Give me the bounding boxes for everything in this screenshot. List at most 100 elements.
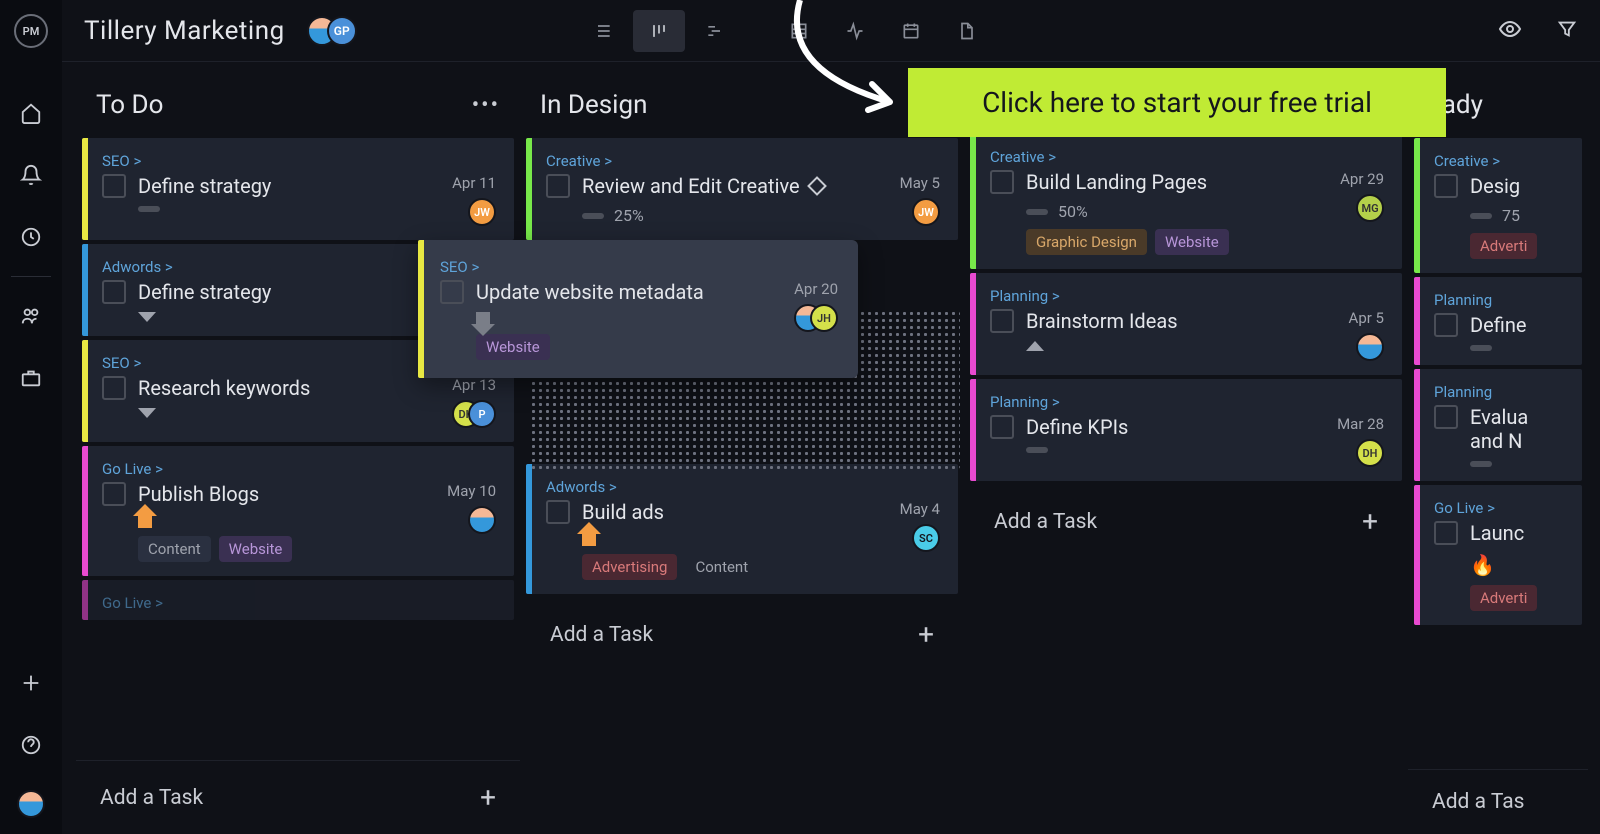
add-task-button[interactable]: Add a Tas bbox=[1408, 769, 1588, 834]
priority-up-icon bbox=[1026, 341, 1044, 351]
tag[interactable]: Advertising bbox=[582, 554, 677, 580]
card-category: Go Live > bbox=[102, 460, 496, 478]
card-date: Apr 13 bbox=[452, 376, 496, 394]
tag[interactable]: Content bbox=[138, 536, 211, 562]
task-checkbox[interactable] bbox=[546, 500, 570, 524]
task-checkbox[interactable] bbox=[440, 280, 464, 304]
priority-low-icon bbox=[138, 312, 156, 322]
task-checkbox[interactable] bbox=[546, 174, 570, 198]
task-card[interactable]: Creative > Review and Edit Creative 25% … bbox=[526, 138, 958, 240]
gantt-view-icon[interactable] bbox=[689, 10, 741, 52]
tag[interactable]: Website bbox=[476, 334, 550, 360]
tag[interactable]: Website bbox=[219, 536, 293, 562]
assignee-avatar[interactable]: JW bbox=[468, 198, 496, 226]
board-view-icon[interactable] bbox=[633, 10, 685, 52]
app-logo[interactable]: PM bbox=[14, 14, 48, 48]
task-checkbox[interactable] bbox=[102, 376, 126, 400]
column-todo: To Do ••• SEO > Define strategy Apr 11 bbox=[76, 62, 520, 834]
column-title: In Design bbox=[540, 90, 647, 120]
card-date: Apr 11 bbox=[452, 174, 496, 192]
add-task-button[interactable]: Add a Task+ bbox=[526, 598, 958, 671]
priority-low-icon bbox=[476, 312, 490, 326]
tag[interactable]: Content bbox=[685, 554, 758, 580]
fire-icon: 🔥 bbox=[1470, 553, 1537, 577]
task-card[interactable]: Go Live >Launc🔥Adverti bbox=[1414, 485, 1582, 625]
plus-icon: + bbox=[1362, 505, 1378, 538]
task-checkbox[interactable] bbox=[990, 170, 1014, 194]
card-date: May 5 bbox=[900, 174, 940, 192]
task-checkbox[interactable] bbox=[102, 482, 126, 506]
task-card[interactable]: Planning > Define KPIs Mar 28 DH bbox=[970, 379, 1402, 481]
file-view-icon[interactable] bbox=[941, 10, 993, 52]
card-date: Apr 5 bbox=[1349, 309, 1384, 327]
nav-separator bbox=[11, 276, 51, 277]
card-title: Research keywords bbox=[138, 376, 452, 400]
user-avatar[interactable] bbox=[17, 790, 45, 818]
assignee-avatar[interactable]: P bbox=[468, 400, 496, 428]
briefcase-icon[interactable] bbox=[18, 365, 44, 391]
add-task-button[interactable]: Add a Task+ bbox=[76, 760, 520, 834]
assignee-avatar[interactable]: SC bbox=[912, 524, 940, 552]
card-date: Mar 28 bbox=[1337, 415, 1384, 433]
card-category: SEO > bbox=[102, 152, 496, 170]
help-icon[interactable] bbox=[18, 732, 44, 758]
progress-indicator bbox=[1026, 209, 1048, 215]
task-checkbox[interactable] bbox=[102, 280, 126, 304]
card-category: Creative > bbox=[546, 152, 940, 170]
people-icon[interactable] bbox=[18, 303, 44, 329]
card-title: Build ads bbox=[582, 500, 900, 524]
task-checkbox[interactable] bbox=[990, 415, 1014, 439]
priority-low-icon bbox=[138, 408, 156, 418]
home-icon[interactable] bbox=[18, 100, 44, 126]
list-view-icon[interactable] bbox=[577, 10, 629, 52]
priority-high-icon bbox=[582, 532, 596, 546]
add-icon[interactable] bbox=[18, 670, 44, 696]
add-task-button[interactable]: Add a Task+ bbox=[970, 485, 1402, 558]
tag[interactable]: Graphic Design bbox=[1026, 229, 1147, 255]
cta-banner[interactable]: Click here to start your free trial bbox=[908, 68, 1446, 137]
bell-icon[interactable] bbox=[18, 162, 44, 188]
task-card[interactable]: Planning > Brainstorm Ideas Apr 5 bbox=[970, 273, 1402, 375]
dragging-card[interactable]: SEO > Update website metadata Website Ap… bbox=[418, 240, 858, 378]
milestone-icon bbox=[807, 176, 827, 196]
task-card[interactable]: SEO > Define strategy Apr 11 JW bbox=[82, 138, 514, 240]
filter-icon[interactable] bbox=[1556, 18, 1578, 44]
assignee-avatar[interactable]: MG bbox=[1356, 194, 1384, 222]
task-card[interactable]: Go Live > Publish Blogs Content Website bbox=[82, 446, 514, 576]
plus-icon: + bbox=[918, 618, 934, 651]
clock-icon[interactable] bbox=[18, 224, 44, 250]
card-title: Desig bbox=[1470, 174, 1537, 198]
task-checkbox[interactable] bbox=[990, 309, 1014, 333]
card-category: Go Live > bbox=[102, 594, 496, 612]
card-category: Creative > bbox=[1434, 152, 1564, 170]
task-checkbox[interactable] bbox=[102, 174, 126, 198]
card-title: Update website metadata bbox=[476, 280, 794, 304]
assignee-avatar[interactable] bbox=[1356, 333, 1384, 361]
card-category: Planning > bbox=[990, 393, 1384, 411]
project-title: Tillery Marketing bbox=[84, 16, 285, 46]
card-title: Define KPIs bbox=[1026, 415, 1337, 439]
assignee-avatar[interactable]: JH bbox=[810, 304, 838, 332]
card-category: Planning > bbox=[990, 287, 1384, 305]
tag[interactable]: Website bbox=[1155, 229, 1229, 255]
card-date: May 10 bbox=[447, 482, 496, 500]
task-checkbox[interactable] bbox=[1434, 174, 1458, 198]
card-category: Creative > bbox=[990, 148, 1384, 166]
task-card[interactable]: Creative > Build Landing Pages 50% Graph… bbox=[970, 134, 1402, 269]
visibility-icon[interactable] bbox=[1498, 17, 1522, 45]
card-title: Review and Edit Creative bbox=[582, 174, 900, 198]
column-title: To Do bbox=[96, 90, 163, 120]
task-card[interactable]: Creative > Desig75Adverti bbox=[1414, 138, 1582, 273]
priority-high-icon bbox=[138, 514, 152, 528]
column-menu-icon[interactable]: ••• bbox=[472, 93, 500, 118]
task-card[interactable]: Adwords > Build ads Advertising Content bbox=[526, 464, 958, 594]
task-card[interactable]: PlanningEvalua and N bbox=[1414, 369, 1582, 481]
task-card[interactable]: Go Live > bbox=[82, 580, 514, 620]
assignee-avatar[interactable]: JW bbox=[912, 198, 940, 226]
member-avatars[interactable]: GP bbox=[307, 16, 357, 46]
task-card[interactable]: PlanningDefine bbox=[1414, 277, 1582, 365]
assignee-avatar[interactable]: DH bbox=[1356, 439, 1384, 467]
progress-indicator bbox=[582, 213, 604, 219]
progress-percent: 50% bbox=[1058, 202, 1088, 221]
assignee-avatar[interactable] bbox=[468, 506, 496, 534]
